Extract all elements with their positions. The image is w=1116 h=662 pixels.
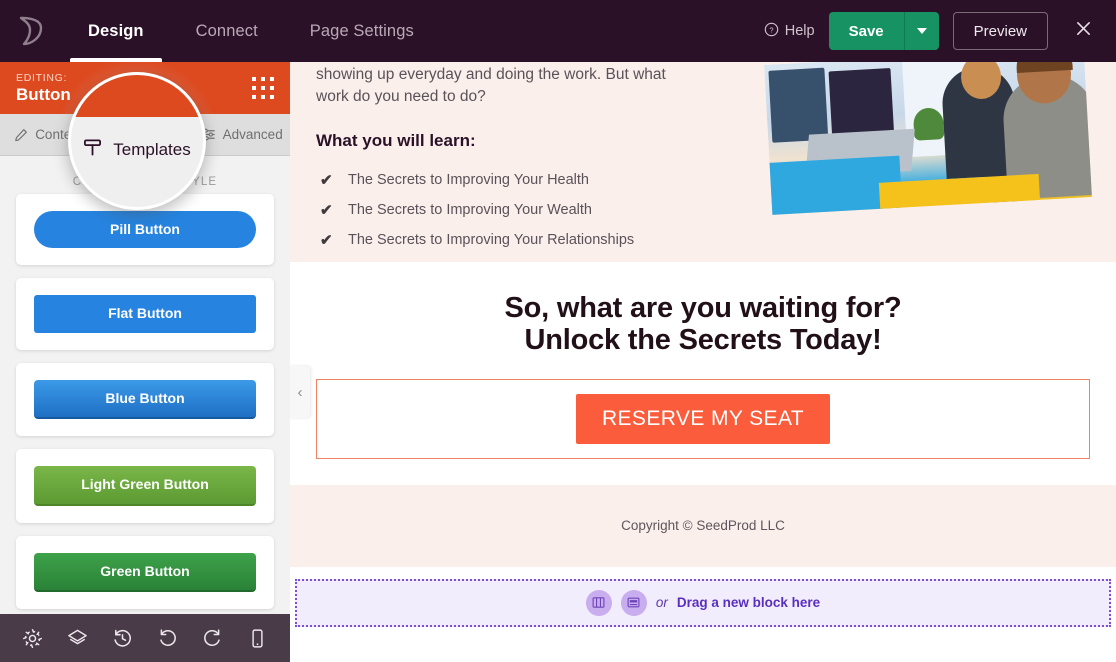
list-item-label: The Secrets to Improving Your Relationsh…: [348, 231, 635, 248]
hero-text-column: showing up everyday and doing the work. …: [316, 62, 771, 262]
chevron-down-icon: [916, 28, 927, 34]
list-item-label: The Secrets to Improving Your Wealth: [348, 201, 592, 218]
magnifier-callout: Templates: [68, 72, 206, 210]
new-block-dropzone[interactable]: or Drag a new block here: [295, 578, 1111, 627]
hero-image-column: [764, 62, 1092, 262]
list-item: ✔ The Secrets to Improving Your Relation…: [316, 225, 771, 255]
nav-tab-connect[interactable]: Connect: [170, 0, 284, 62]
undo-icon[interactable]: [157, 628, 178, 649]
settings-icon[interactable]: [22, 628, 43, 649]
save-button-group: Save: [828, 12, 939, 50]
rows-block-icon[interactable]: [620, 589, 647, 616]
chevron-left-icon: ‹: [297, 383, 303, 401]
check-icon: ✔: [320, 171, 333, 189]
preview-button[interactable]: Preview: [952, 12, 1048, 50]
builder-bottom-toolbar: [0, 614, 290, 662]
columns-block-icon[interactable]: [585, 589, 612, 616]
hero-paragraph: showing up everyday and doing the work. …: [316, 66, 666, 106]
cta-heading-line1: So, what are you waiting for?: [504, 292, 902, 324]
list-item: ✔ The Secrets to Improving Your Health: [316, 165, 771, 195]
layers-icon[interactable]: [67, 628, 88, 649]
top-toolbar: Design Connect Page Settings ? Help Save…: [0, 0, 1116, 62]
hero-benefit-list: ✔ The Secrets to Improving Your Health ✔…: [316, 165, 771, 255]
editing-prefix-label: EDITING:: [16, 71, 68, 84]
save-dropdown-toggle[interactable]: [904, 12, 939, 50]
footer-section[interactable]: Copyright © SeedProd LLC: [290, 484, 1116, 567]
pencil-icon: [14, 128, 28, 142]
help-label: Help: [784, 23, 815, 39]
mobile-preview-icon[interactable]: [247, 628, 268, 649]
help-circle-icon: ?: [764, 22, 779, 41]
tab-advanced-label: Advanced: [222, 127, 283, 142]
cta-heading: So, what are you waiting for? Unlock the…: [316, 292, 1090, 357]
template-preview-button: Green Button: [34, 552, 256, 592]
editing-block-name: Button: [16, 84, 71, 104]
seedprod-page-builder: Design Connect Page Settings ? Help Save…: [0, 0, 1116, 662]
copyright-text: Copyright © SeedProd LLC: [621, 518, 785, 534]
template-preview-button: Light Green Button: [34, 466, 256, 506]
save-label: Save: [848, 22, 884, 40]
top-toolbar-actions: ? Help Save Preview: [764, 0, 1116, 62]
nav-tab-design[interactable]: Design: [62, 0, 170, 62]
tab-advanced[interactable]: Advanced: [193, 114, 290, 155]
hero-subheading: What you will learn:: [316, 130, 476, 150]
nav-tab-connect-label: Connect: [195, 21, 258, 40]
magnifier-label: Templates: [113, 140, 191, 159]
close-icon: [1075, 20, 1092, 42]
nav-tab-design-label: Design: [88, 21, 144, 40]
magnifier-top-band: [71, 75, 203, 117]
nav-tab-page-settings-label: Page Settings: [309, 21, 414, 40]
reserve-my-seat-button[interactable]: RESERVE MY SEAT: [575, 393, 831, 444]
template-list: Pill Button Flat Button Blue Button Ligh…: [0, 194, 290, 662]
drag-handle-grid-icon[interactable]: [252, 77, 274, 99]
cta-heading-line2: Unlock the Secrets Today!: [524, 324, 882, 357]
template-card-light-green[interactable]: Light Green Button: [16, 449, 274, 523]
template-preview-button: Pill Button: [34, 211, 256, 249]
template-card-green[interactable]: Green Button: [16, 535, 274, 609]
dropzone-label[interactable]: Drag a new block here: [677, 595, 820, 610]
editing-title-group: EDITING: Button: [16, 72, 71, 105]
save-button[interactable]: Save: [828, 12, 905, 50]
template-preview-button: Blue Button: [34, 379, 256, 420]
nav-tab-page-settings[interactable]: Page Settings: [284, 0, 440, 62]
dropzone-or-label: or: [655, 595, 668, 611]
collapse-sidebar-handle[interactable]: ‹: [290, 366, 310, 418]
check-icon: ✔: [320, 201, 333, 219]
preview-label: Preview: [973, 22, 1027, 40]
svg-text:?: ?: [769, 25, 773, 34]
hero-photo: [764, 62, 1092, 215]
page-preview-canvas: ‹ showing up everyday and doing the work…: [290, 62, 1116, 662]
template-card-flat[interactable]: Flat Button: [16, 278, 274, 350]
selected-button-block[interactable]: RESERVE MY SEAT: [316, 378, 1090, 459]
check-icon: ✔: [320, 231, 333, 249]
redo-icon[interactable]: [202, 628, 223, 649]
seedprod-leaf-logo[interactable]: [0, 0, 62, 62]
template-icon: [83, 138, 102, 162]
revisions-history-icon[interactable]: [112, 628, 133, 649]
main-nav-tabs: Design Connect Page Settings: [62, 0, 440, 62]
template-card-blue[interactable]: Blue Button: [16, 362, 274, 437]
help-button[interactable]: ? Help: [764, 22, 815, 41]
hero-section[interactable]: showing up everyday and doing the work. …: [290, 62, 1116, 262]
cta-section[interactable]: So, what are you waiting for? Unlock the…: [290, 262, 1116, 485]
close-builder-button[interactable]: [1066, 14, 1100, 48]
list-item: ✔ The Secrets to Improving Your Wealth: [316, 195, 771, 225]
list-item-label: The Secrets to Improving Your Health: [348, 171, 589, 188]
template-preview-button: Flat Button: [34, 295, 256, 333]
